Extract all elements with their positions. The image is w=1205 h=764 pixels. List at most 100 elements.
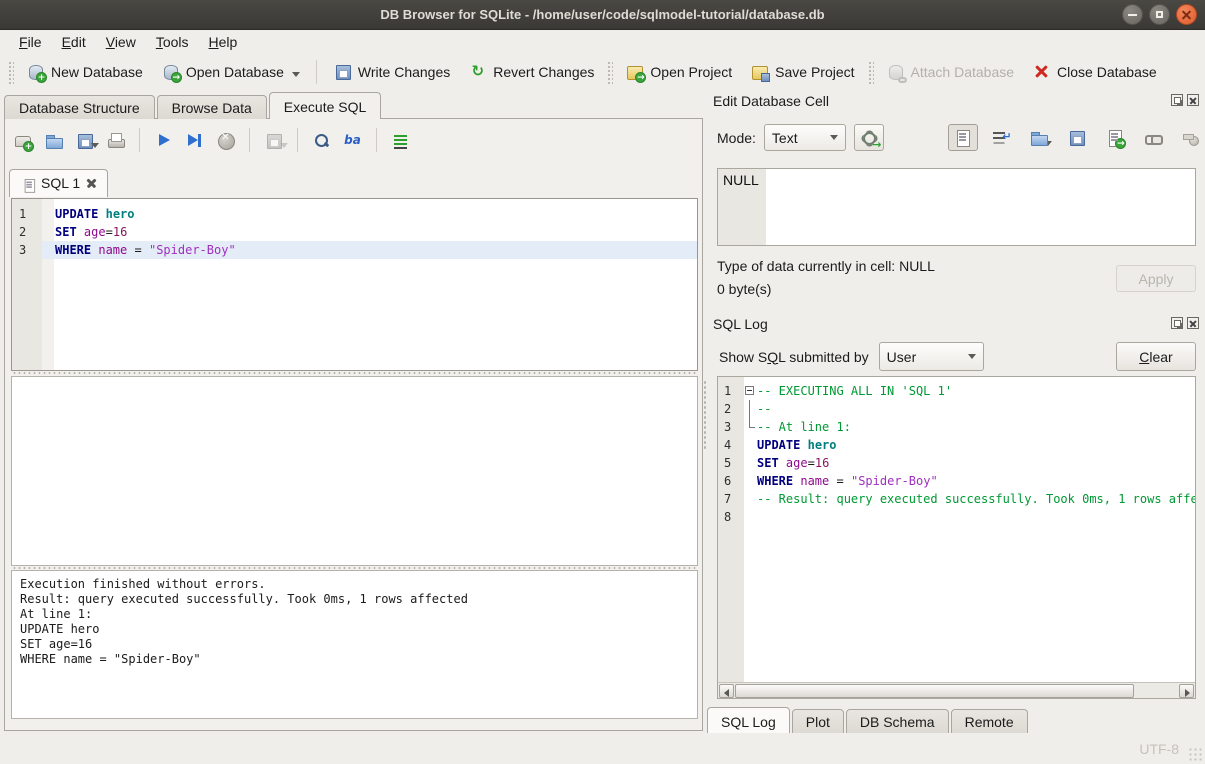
chevron-down-icon — [830, 135, 838, 140]
mode-dropdown[interactable]: Text — [764, 124, 846, 151]
clear-log-button[interactable]: Clear — [1116, 342, 1196, 371]
submitted-by-dropdown[interactable]: User — [879, 342, 984, 371]
maximize-button[interactable] — [1149, 4, 1170, 25]
cell-mode-row: Mode: Text → — [717, 124, 1205, 151]
print-sql-button[interactable] — [106, 131, 125, 150]
menu-edit[interactable]: Edit — [53, 32, 95, 52]
cell-size-info: 0 byte(s) — [717, 281, 771, 297]
write-changes-button[interactable]: Write Changes — [324, 57, 459, 86]
resize-grip[interactable] — [1188, 747, 1202, 761]
sql-editor-toolbar: + ba — [13, 128, 410, 152]
tab-plot[interactable]: Plot — [792, 709, 844, 736]
menu-file[interactable]: File — [10, 32, 51, 52]
menu-help[interactable]: Help — [200, 32, 247, 52]
menu-bar: File Edit View Tools Help — [0, 31, 1205, 53]
fold-margin — [744, 400, 757, 418]
scrollbar-thumb[interactable] — [735, 684, 1134, 698]
close-panel-icon[interactable] — [1187, 94, 1199, 106]
tab-browse-data[interactable]: Browse Data — [157, 95, 267, 119]
export-icon: → — [1105, 128, 1124, 147]
results-table[interactable] — [11, 376, 698, 566]
tab-database-structure[interactable]: Database Structure — [4, 95, 155, 119]
tab-sql-log[interactable]: SQL Log — [707, 707, 790, 736]
float-panel-icon[interactable] — [1171, 317, 1183, 329]
code-line[interactable]: 3WHERE name = "Spider-Boy" — [12, 241, 697, 259]
replace-button[interactable]: ba — [343, 131, 362, 150]
execute-all-button[interactable] — [154, 131, 173, 150]
execution-status-log[interactable]: Execution finished without errors. Resul… — [11, 570, 698, 719]
new-sql-tab-button[interactable]: + — [13, 131, 32, 150]
chevron-down-icon — [968, 354, 976, 359]
encoding-indicator[interactable]: UTF-8 — [1139, 741, 1179, 757]
set-null-button — [1176, 124, 1205, 151]
float-panel-icon[interactable] — [1171, 94, 1183, 106]
save-sql-file-button[interactable] — [75, 131, 94, 150]
code-line[interactable]: 7-- Result: query executed successfully.… — [718, 490, 1195, 508]
cell-content-editor[interactable]: NULL — [717, 168, 1196, 246]
save-sql-dropdown-icon[interactable] — [91, 143, 99, 148]
format-sql-button[interactable] — [391, 131, 410, 150]
code-line[interactable]: 3-- At line 1: — [718, 418, 1195, 436]
minimize-icon — [1128, 14, 1137, 16]
text-view-button[interactable] — [948, 124, 978, 151]
sql1-tab[interactable]: SQL 1 — [9, 169, 108, 197]
splitter-handle[interactable] — [11, 371, 698, 375]
minimize-button[interactable] — [1122, 4, 1143, 25]
close-database-button[interactable]: Close Database — [1023, 57, 1166, 86]
line-number: 7 — [718, 490, 744, 508]
sql-log-view[interactable]: 1-- EXECUTING ALL IN 'SQL 1'2--3-- At li… — [717, 376, 1196, 699]
new-database-button[interactable]: + New Database — [17, 57, 152, 86]
apply-button: Apply — [1116, 265, 1196, 292]
open-url-button[interactable] — [1138, 124, 1168, 151]
code-line[interactable]: 5SET age=16 — [718, 454, 1195, 472]
code-line[interactable]: 6WHERE name = "Spider-Boy" — [718, 472, 1195, 490]
code-line[interactable]: 2-- — [718, 400, 1195, 418]
export-cell-button[interactable] — [1062, 124, 1092, 151]
line-number: 3 — [12, 241, 42, 259]
scroll-left-icon[interactable] — [719, 684, 734, 698]
open-database-icon: → — [161, 62, 180, 81]
find-button[interactable] — [312, 131, 331, 150]
line-number: 2 — [718, 400, 744, 418]
open-database-button[interactable]: → Open Database — [152, 57, 309, 86]
line-number: 3 — [718, 418, 744, 436]
new-database-icon: + — [26, 62, 45, 81]
revert-changes-button[interactable]: ↻ Revert Changes — [459, 57, 603, 86]
code-line[interactable]: 1UPDATE hero — [12, 205, 697, 223]
code-line[interactable]: 1-- EXECUTING ALL IN 'SQL 1' — [718, 382, 1195, 400]
open-sql-file-button[interactable] — [44, 131, 63, 150]
code-line[interactable]: 2SET age=16 — [12, 223, 697, 241]
import-cell-button[interactable] — [1024, 124, 1054, 151]
null-icon — [1181, 128, 1200, 147]
toolbar-handle[interactable] — [606, 60, 613, 84]
tab-remote[interactable]: Remote — [951, 709, 1028, 736]
close-tab-icon[interactable] — [86, 178, 97, 189]
horizontal-scrollbar[interactable] — [718, 682, 1195, 698]
line-number: 2 — [12, 223, 42, 241]
tab-execute-sql[interactable]: Execute SQL — [269, 92, 382, 119]
edit-cell-title: Edit Database Cell — [713, 93, 829, 109]
toolbar-handle[interactable] — [7, 60, 14, 84]
open-database-dropdown-icon[interactable] — [292, 72, 300, 77]
sql-log-filter-row: Show SQL submitted by User — [719, 342, 984, 371]
open-project-button[interactable]: → Open Project — [616, 57, 741, 86]
tab-db-schema[interactable]: DB Schema — [846, 709, 949, 736]
code-line[interactable]: 4UPDATE hero — [718, 436, 1195, 454]
execute-line-button[interactable] — [185, 131, 204, 150]
sql-editor[interactable]: 1UPDATE hero2SET age=163WHERE name = "Sp… — [11, 198, 698, 371]
fold-margin[interactable] — [744, 382, 757, 400]
mode-settings-button[interactable] — [854, 124, 884, 151]
scroll-right-icon[interactable] — [1179, 684, 1194, 698]
code-line[interactable]: 8 — [718, 508, 1195, 526]
copy-cell-button[interactable]: → — [1100, 124, 1130, 151]
close-button[interactable] — [1176, 4, 1197, 25]
revert-changes-icon: ↻ — [468, 62, 487, 81]
attach-database-icon — [886, 62, 905, 81]
title-bar: DB Browser for SQLite - /home/user/code/… — [0, 0, 1205, 30]
word-wrap-button[interactable] — [986, 124, 1016, 151]
toolbar-handle[interactable] — [867, 60, 874, 84]
close-panel-icon[interactable] — [1187, 317, 1199, 329]
menu-tools[interactable]: Tools — [147, 32, 198, 52]
menu-view[interactable]: View — [97, 32, 145, 52]
save-project-button[interactable]: Save Project — [741, 57, 863, 86]
